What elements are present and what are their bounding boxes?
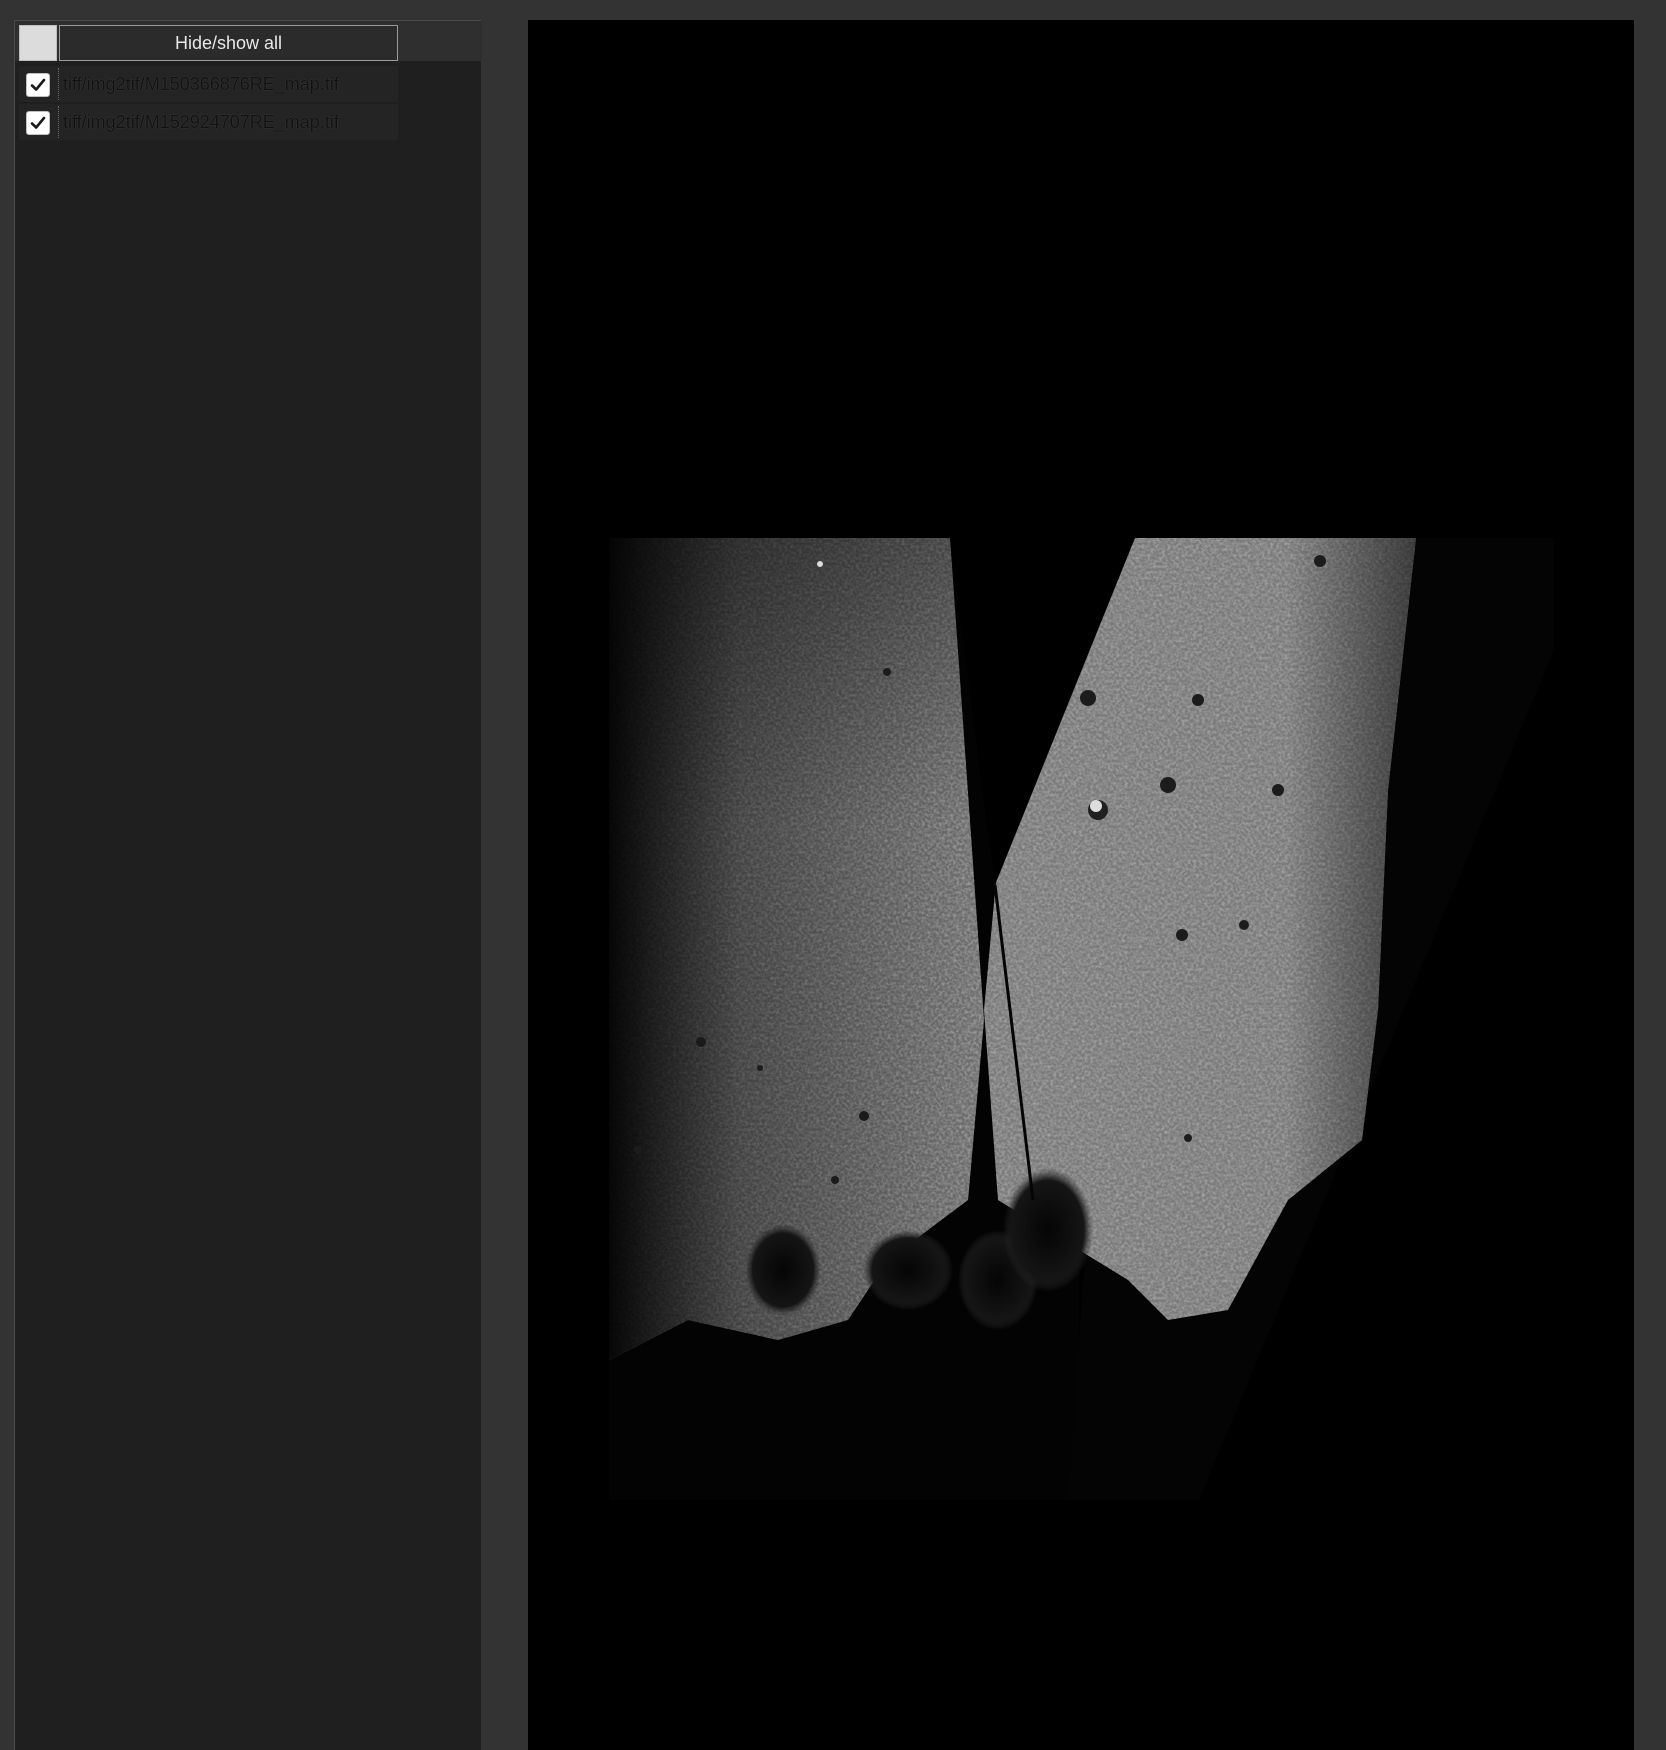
check-mark-icon — [30, 78, 46, 91]
layer-visibility-cell — [19, 104, 57, 140]
row-divider — [58, 106, 59, 138]
layer-list-panel: Hide/show all tiff/img2tif/M150366876RE_… — [14, 20, 482, 1750]
mosaic-canvas — [609, 538, 1554, 1500]
layer-name[interactable]: tiff/img2tif/M150366876RE_map.tif — [63, 66, 393, 102]
layer-visibility-cell — [19, 66, 57, 102]
layer-name[interactable]: tiff/img2tif/M152924707RE_map.tif — [63, 104, 393, 140]
row-divider — [58, 68, 59, 100]
header-corner-cell[interactable] — [19, 25, 57, 61]
app-window: Hide/show all tiff/img2tif/M150366876RE_… — [0, 0, 1666, 1750]
layer-row[interactable]: tiff/img2tif/M150366876RE_map.tif — [19, 66, 398, 102]
check-mark-icon — [30, 116, 46, 129]
layer-table-header: Hide/show all — [15, 21, 482, 61]
hide-show-all-button[interactable]: Hide/show all — [59, 25, 398, 61]
image-viewer[interactable] — [528, 20, 1634, 1750]
layer-row[interactable]: tiff/img2tif/M152924707RE_map.tif — [19, 104, 398, 140]
layer-visibility-checkbox[interactable] — [26, 111, 50, 135]
layer-visibility-checkbox[interactable] — [26, 73, 50, 97]
